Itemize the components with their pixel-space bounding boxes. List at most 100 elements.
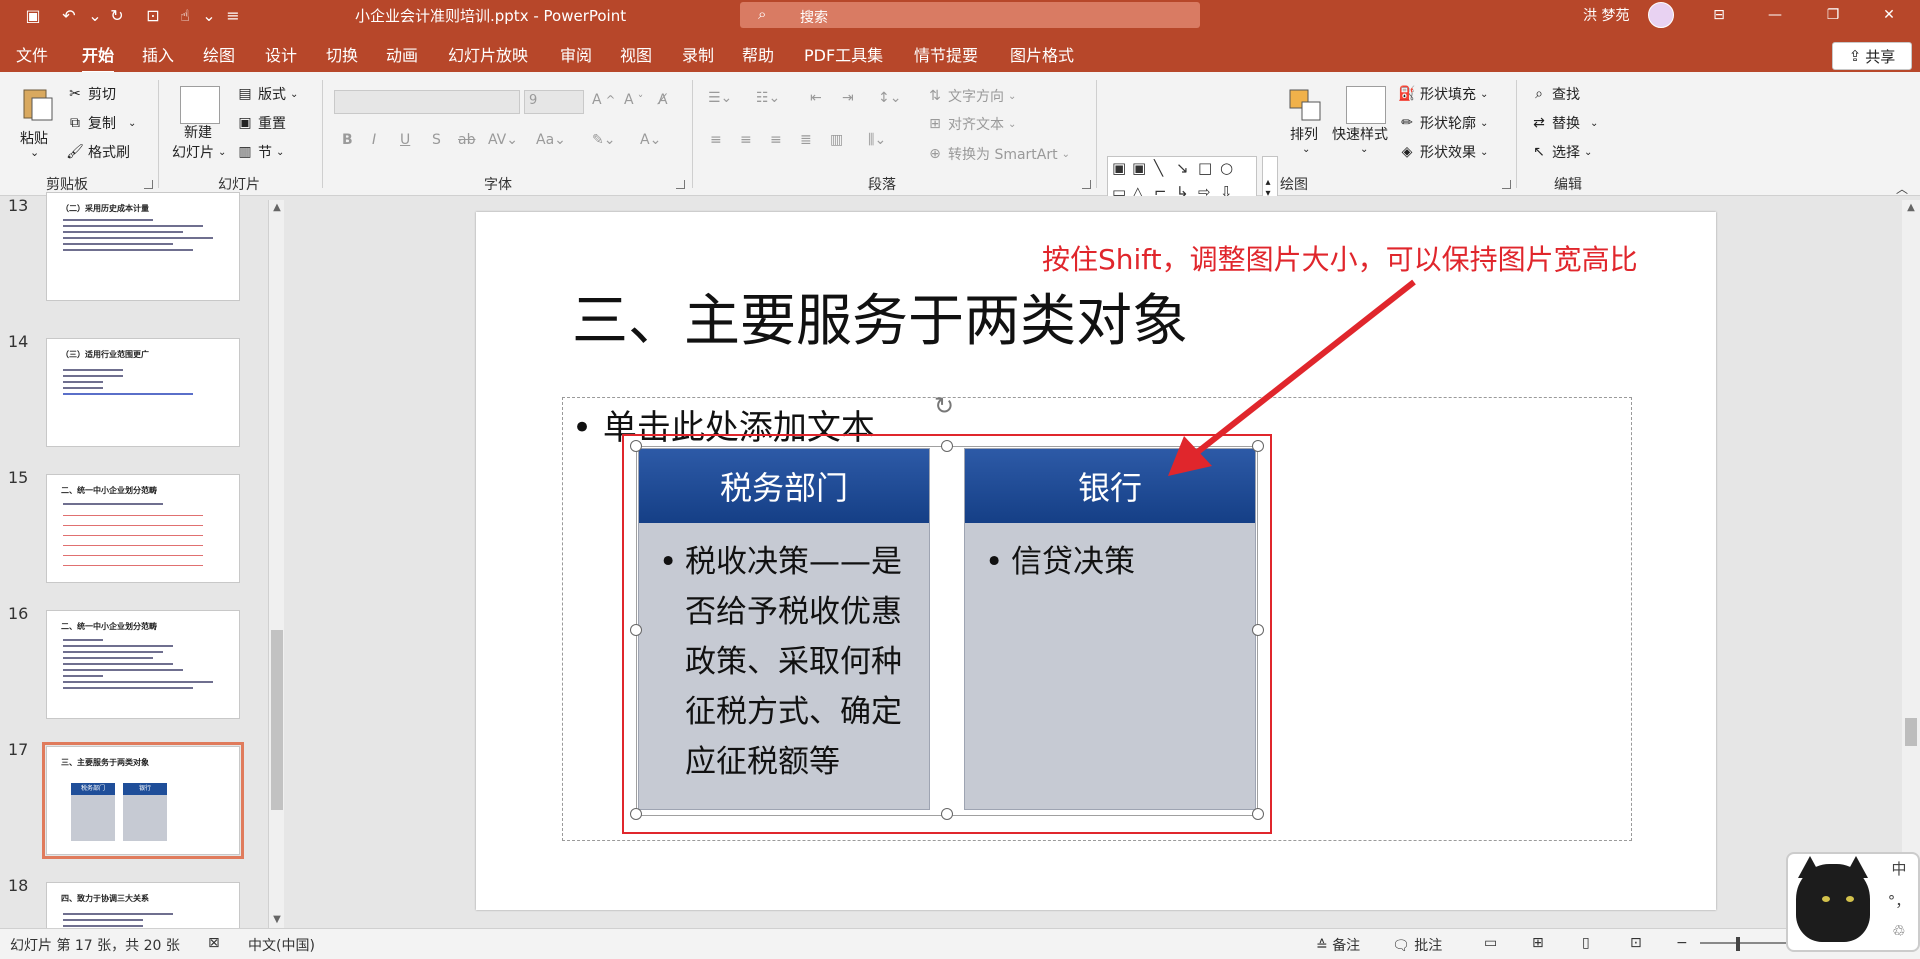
new-slide-dropdown[interactable]: 幻灯片 ⌄ bbox=[172, 142, 226, 162]
bullets-icon[interactable]: ☰⌄ bbox=[708, 90, 732, 106]
touch-mode-icon[interactable]: ☝ bbox=[172, 3, 198, 27]
arrange-button[interactable]: 排列 bbox=[1290, 124, 1318, 144]
vertical-textbox-icon[interactable]: ▣ bbox=[1132, 159, 1146, 177]
slide-thumbnail-17[interactable]: 三、主要服务于两类对象 税务部门 银行 bbox=[42, 742, 244, 859]
font-size-combo[interactable]: 9 bbox=[524, 90, 584, 114]
align-right-icon[interactable]: ≡ bbox=[770, 132, 782, 148]
rotate-handle-icon[interactable]: ↻ bbox=[934, 392, 954, 420]
justify-icon[interactable]: ≣ bbox=[800, 132, 812, 148]
paste-dropdown-icon[interactable]: ⌄ bbox=[30, 146, 39, 159]
text-direction-button[interactable]: ⇅ 文字方向 ⌄ bbox=[926, 86, 1016, 106]
slide[interactable]: 三、主要服务于两类对象 • 单击此处添加文本 ↻ 税务部门 • 税收决策——是否给… bbox=[476, 212, 1716, 910]
quick-styles-icon[interactable] bbox=[1346, 86, 1386, 124]
strikethrough-icon[interactable]: ab bbox=[458, 132, 475, 148]
slide-thumbnail-13[interactable]: （二）采用历史成本计量 bbox=[46, 192, 240, 301]
tab-pdf-tools[interactable]: PDF工具集 bbox=[804, 42, 883, 66]
slide-thumbnail-18[interactable]: 四、致力于协调三大关系 bbox=[46, 882, 240, 932]
redo-icon[interactable]: ↻ bbox=[104, 3, 130, 27]
scroll-up-icon[interactable]: ▲ bbox=[269, 202, 285, 213]
customize-toolbar-icon[interactable]: ≡ bbox=[220, 3, 246, 27]
line-spacing-icon[interactable]: ↕⌄ bbox=[878, 90, 901, 106]
font-name-combo[interactable] bbox=[334, 90, 520, 114]
slide-sorter-icon[interactable]: ⊞ bbox=[1532, 935, 1544, 951]
search-box[interactable]: ⌕ 搜索 bbox=[740, 2, 1200, 28]
tab-design[interactable]: 设计 bbox=[265, 42, 297, 66]
share-button[interactable]: ⇪ 共享 bbox=[1832, 42, 1912, 70]
change-case-icon[interactable]: Aa⌄ bbox=[536, 132, 566, 148]
tab-slideshow[interactable]: 幻灯片放映 bbox=[448, 42, 528, 66]
clear-formatting-icon[interactable]: A̸ bbox=[658, 92, 668, 108]
new-slide-icon[interactable] bbox=[180, 86, 220, 124]
copy-button[interactable]: ⧉ 复制 ⌄ bbox=[66, 113, 136, 133]
reset-button[interactable]: ▣ 重置 bbox=[236, 113, 286, 133]
font-color-icon[interactable]: A⌄ bbox=[640, 132, 661, 148]
underline-icon[interactable]: U bbox=[400, 132, 410, 148]
tab-file[interactable]: 文件 bbox=[16, 42, 48, 66]
resize-handle-e[interactable] bbox=[1252, 624, 1264, 636]
accessibility-icon[interactable]: ⊠ bbox=[208, 935, 220, 951]
highlight-icon[interactable]: ✎⌄ bbox=[592, 132, 615, 148]
reading-view-icon[interactable]: ▯ bbox=[1582, 935, 1590, 951]
drawing-launcher-icon[interactable] bbox=[1502, 180, 1511, 189]
increase-font-icon[interactable]: A ^ bbox=[592, 92, 615, 108]
quick-styles-dropdown-icon[interactable]: ⌄ bbox=[1360, 144, 1368, 155]
rectangle-shape-icon[interactable]: □ bbox=[1198, 159, 1212, 177]
zoom-slider[interactable] bbox=[1700, 942, 1790, 944]
present-icon[interactable]: ⊡ bbox=[140, 3, 166, 27]
tab-insert[interactable]: 插入 bbox=[142, 42, 174, 66]
shape-effects-button[interactable]: ◈ 形状效果 ⌄ bbox=[1398, 142, 1489, 162]
zoom-out-icon[interactable]: − bbox=[1676, 935, 1688, 951]
arrange-icon[interactable] bbox=[1286, 86, 1326, 124]
shadow-icon[interactable]: S bbox=[432, 132, 441, 148]
align-center-icon[interactable]: ≡ bbox=[740, 132, 752, 148]
format-painter-button[interactable]: 🖌 格式刷 bbox=[66, 142, 130, 162]
italic-icon[interactable]: I bbox=[372, 132, 376, 148]
tab-review[interactable]: 审阅 bbox=[560, 42, 592, 66]
undo-icon[interactable]: ↶ bbox=[56, 3, 82, 27]
user-name[interactable]: 洪 梦苑 bbox=[1583, 5, 1629, 25]
resize-handle-w[interactable] bbox=[630, 624, 642, 636]
avatar[interactable] bbox=[1648, 2, 1674, 28]
align-left-icon[interactable]: ≡ bbox=[710, 132, 722, 148]
ribbon-display-options-icon[interactable]: ⊟ bbox=[1696, 0, 1742, 30]
line-shape-icon[interactable]: ╲ bbox=[1154, 159, 1163, 177]
bold-icon[interactable]: B bbox=[342, 132, 353, 148]
collapse-ribbon-icon[interactable]: ︿ bbox=[1896, 180, 1908, 197]
resize-handle-n[interactable] bbox=[941, 440, 953, 452]
find-button[interactable]: ⌕ 查找 bbox=[1530, 84, 1580, 104]
char-spacing-icon[interactable]: AV⌄ bbox=[488, 132, 518, 148]
paste-button[interactable]: 粘贴 bbox=[20, 128, 48, 148]
tab-transitions[interactable]: 切换 bbox=[326, 42, 358, 66]
font-launcher-icon[interactable] bbox=[676, 180, 685, 189]
resize-handle-nw[interactable] bbox=[630, 440, 642, 452]
layout-button[interactable]: ▤ 版式 ⌄ bbox=[236, 84, 298, 104]
save-icon[interactable]: ▣ bbox=[20, 3, 46, 27]
clipboard-launcher-icon[interactable] bbox=[144, 180, 153, 189]
restore-icon[interactable]: ❐ bbox=[1810, 0, 1856, 30]
oval-shape-icon[interactable]: ○ bbox=[1220, 159, 1233, 177]
ime-punct-button[interactable]: °， bbox=[1884, 890, 1914, 911]
shape-outline-button[interactable]: ✏ 形状轮廓 ⌄ bbox=[1398, 113, 1488, 133]
slide-thumbnail-14[interactable]: （三）适用行业范围更广 bbox=[46, 338, 240, 447]
scroll-down-icon[interactable]: ▼ bbox=[269, 914, 285, 925]
smartart-button[interactable]: ⊕ 转换为 SmartArt ⌄ bbox=[926, 144, 1070, 164]
scroll-up-icon[interactable]: ▲ bbox=[1902, 202, 1920, 213]
resize-handle-se[interactable] bbox=[1252, 808, 1264, 820]
tab-view[interactable]: 视图 bbox=[620, 42, 652, 66]
tab-animations[interactable]: 动画 bbox=[386, 42, 418, 66]
tab-help[interactable]: 帮助 bbox=[742, 42, 774, 66]
comments-button[interactable]: 🗨 批注 bbox=[1392, 935, 1442, 955]
minimize-icon[interactable]: — bbox=[1752, 0, 1798, 30]
textbox-shape-icon[interactable]: ▣ bbox=[1112, 159, 1126, 177]
touch-dropdown-icon[interactable]: ⌄ bbox=[196, 3, 222, 27]
ime-skin-icon[interactable]: ♲ bbox=[1884, 922, 1914, 940]
decrease-font-icon[interactable]: Aˇ bbox=[624, 92, 643, 108]
increase-indent-icon[interactable]: ⇥ bbox=[842, 90, 854, 106]
decrease-indent-icon[interactable]: ⇤ bbox=[810, 90, 822, 106]
slide-thumbnail-15[interactable]: 二、统一中小企业划分范畴 bbox=[46, 474, 240, 583]
resize-handle-sw[interactable] bbox=[630, 808, 642, 820]
new-slide-button[interactable]: 新建 bbox=[184, 122, 212, 142]
arrow-line-icon[interactable]: ↘ bbox=[1176, 159, 1189, 177]
ime-mode-button[interactable]: 中 bbox=[1884, 858, 1914, 879]
arrange-dropdown-icon[interactable]: ⌄ bbox=[1302, 144, 1310, 155]
